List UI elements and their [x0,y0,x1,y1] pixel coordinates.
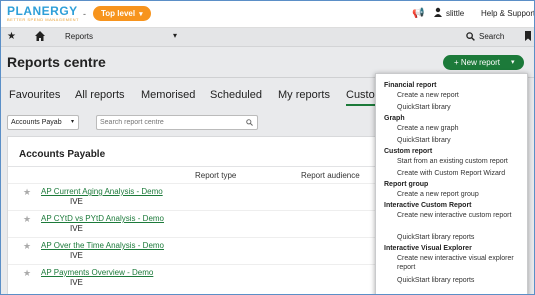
favourite-star-icon[interactable]: ★ [23,214,31,225]
card-title: Accounts Payable [19,149,106,160]
menu-heading-financial-report: Financial report [384,82,437,89]
menu-item-create-interactive-visual[interactable]: Create new interactive visual explorer r… [397,254,523,272]
menu-heading-interactive-custom-report: Interactive Custom Report [384,202,472,209]
menu-item-create-new-report[interactable]: Create a new report [397,91,523,100]
level-label: Top level [101,9,136,18]
favourites-star-icon[interactable]: ★ [7,31,16,42]
nav-search-button[interactable]: Search [479,32,504,41]
tab-memorised[interactable]: Memorised [141,89,195,101]
chevron-down-icon: ▾ [70,119,74,125]
menu-item-create-new-graph[interactable]: Create a new graph [397,124,523,133]
menu-heading-report-group: Report group [384,181,429,188]
category-select-value: Accounts Payab [11,119,62,126]
report-tag: IVE [70,224,83,233]
planergy-logo[interactable]: PLANERGY BETTER SPEND MANAGEMENT [7,5,79,22]
report-tag: IVE [70,251,83,260]
menu-item-ive-quickstart-library[interactable]: QuickStart library reports [397,276,523,285]
menu-item-create-with-wizard[interactable]: Create with Custom Report Wizard [397,169,523,178]
favourite-star-icon[interactable]: ★ [23,241,31,252]
report-search-input[interactable] [100,117,240,127]
menu-item-create-interactive-custom[interactable]: Create new interactive custom report [397,211,523,220]
report-search-field[interactable] [96,115,258,130]
menu-heading-custom-report: Custom report [384,148,433,155]
report-tag: IVE [70,278,83,287]
column-header-report-type: Report type [195,171,237,180]
tab-scheduled[interactable]: Scheduled [210,89,262,101]
column-header-report-audience: Report audience [301,171,360,180]
logo-text: PLANERGY [7,4,78,18]
app-window: PLANERGY BETTER SPEND MANAGEMENT - Top l… [0,0,535,295]
home-icon[interactable] [34,30,46,42]
report-link[interactable]: AP Payments Overview - Demo [41,267,181,278]
help-support-link[interactable]: Help & Support [481,9,534,18]
menu-heading-interactive-visual-explorer: Interactive Visual Explorer [384,245,472,252]
chevron-down-icon: ▾ [511,59,515,66]
favourite-star-icon[interactable]: ★ [23,268,31,279]
menu-item-icr-quickstart-library[interactable]: QuickStart library reports [397,233,523,242]
search-icon[interactable] [246,119,253,126]
bookmark-icon[interactable] [525,31,531,41]
new-report-label: + New report [454,58,501,67]
menu-item-graph-quickstart-library[interactable]: QuickStart library [397,136,523,145]
user-name[interactable]: slittle [446,9,464,18]
page-title: Reports centre [7,54,106,70]
nav-section-reports[interactable]: Reports [65,32,93,41]
nav-bar: ★ Reports ▾ Search [1,28,534,47]
chevron-down-icon[interactable]: ▾ [173,31,177,40]
user-icon [434,7,442,17]
menu-item-quickstart-library[interactable]: QuickStart library [397,103,523,112]
top-bar: PLANERGY BETTER SPEND MANAGEMENT - Top l… [1,1,534,28]
category-select[interactable]: Accounts Payab ▾ [7,115,79,130]
tab-my-reports[interactable]: My reports [278,89,330,101]
menu-item-start-from-existing[interactable]: Start from an existing custom report [397,157,523,166]
tab-favourites[interactable]: Favourites [9,89,60,101]
favourite-star-icon[interactable]: ★ [23,187,31,198]
report-link[interactable]: AP Over the Time Analysis - Demo [41,240,181,251]
new-report-menu: Financial report Create a new report Qui… [375,73,528,294]
new-report-button[interactable]: + New report ▾ [443,55,524,70]
logo-tagline: BETTER SPEND MANAGEMENT [7,17,79,22]
logo-separator: - [83,9,86,19]
tab-all-reports[interactable]: All reports [75,89,125,101]
menu-item-create-report-group[interactable]: Create a new report group [397,190,523,199]
chevron-down-icon: ▾ [139,11,143,18]
report-link[interactable]: AP CYtD vs PYtD Analysis - Demo [41,213,181,224]
report-tag: IVE [70,197,83,206]
menu-heading-graph: Graph [384,115,405,122]
report-link[interactable]: AP Current Aging Analysis - Demo [41,186,181,197]
search-icon [466,32,475,41]
level-selector[interactable]: Top level ▾ [93,6,151,21]
megaphone-icon[interactable]: 📢 [412,8,424,19]
